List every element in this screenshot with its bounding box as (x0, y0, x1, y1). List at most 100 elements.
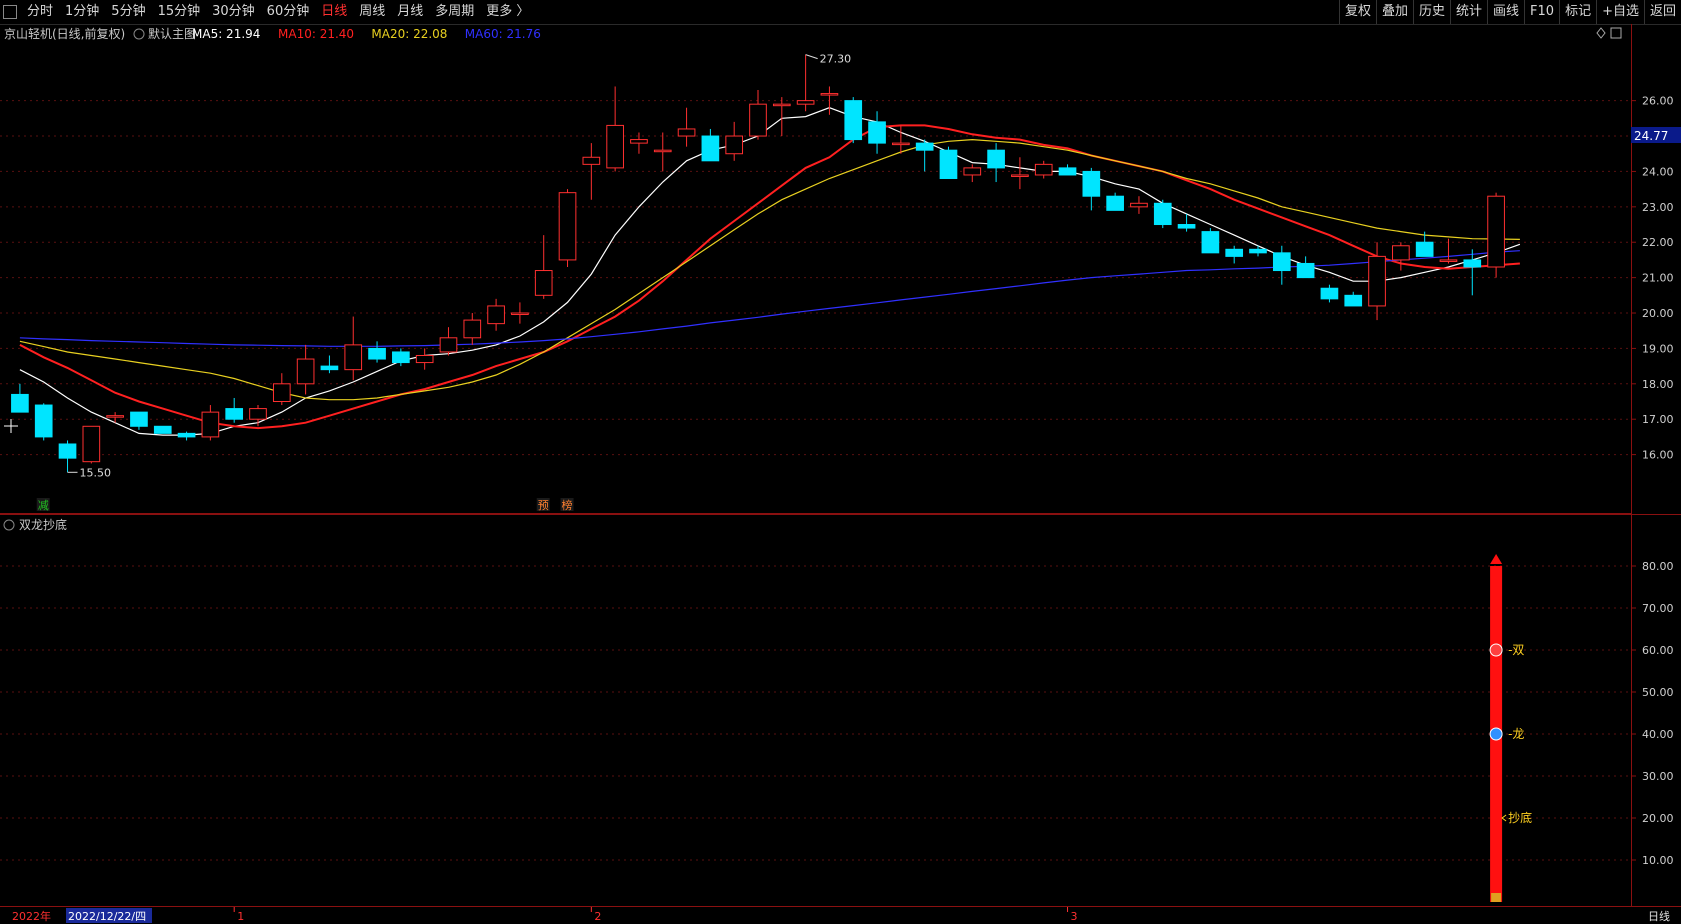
ma-legend: MA5: 21.94 MA10: 21.40 MA20: 22.08 MA60: 21… (192, 27, 541, 41)
candle-down[interactable] (1344, 291, 1363, 307)
candle-up[interactable] (796, 54, 815, 112)
candle-up[interactable] (534, 235, 553, 299)
candle-down[interactable] (987, 143, 1005, 183)
candle-body (820, 93, 839, 96)
window-menu-icon[interactable] (3, 5, 17, 19)
candle-up[interactable] (772, 97, 791, 137)
candle-body (915, 142, 934, 151)
candle-down[interactable] (1249, 245, 1267, 257)
candle-down[interactable] (939, 146, 958, 180)
toolbar-button[interactable]: 返回 (1643, 0, 1681, 24)
candle-up[interactable] (653, 132, 672, 172)
candle-up[interactable] (1392, 242, 1410, 271)
window-icon[interactable] (1610, 27, 1622, 39)
period-tab[interactable]: 60分钟 (261, 0, 316, 24)
candle-up[interactable] (1034, 160, 1053, 179)
candle-up[interactable] (582, 143, 601, 200)
candle-down[interactable] (320, 355, 339, 374)
period-tab[interactable]: 5分钟 (105, 0, 151, 24)
candle-down[interactable] (1296, 256, 1315, 279)
candle-body (201, 411, 220, 438)
candle-down[interactable] (1225, 245, 1244, 264)
date-axis[interactable]: 2022年 2022/12/22/四 1 2 3 日线 (0, 906, 1681, 924)
candle-up[interactable] (630, 132, 648, 154)
candle-body (11, 393, 29, 413)
toolbar-button[interactable]: 复权 (1338, 0, 1376, 24)
template-selector[interactable]: 默认主图 (133, 26, 196, 41)
toolbar-button[interactable]: F10 (1524, 0, 1559, 24)
candle-up[interactable] (677, 107, 696, 147)
candle-up[interactable] (1011, 157, 1029, 190)
diamond-icon[interactable] (1596, 27, 1606, 39)
candle-down[interactable] (177, 431, 196, 441)
candle-up[interactable] (272, 373, 291, 406)
toolbar-button[interactable]: 叠加 (1375, 0, 1413, 24)
candle-down[interactable] (1320, 284, 1339, 303)
candle-down[interactable] (130, 411, 148, 430)
period-tab[interactable]: 1分钟 (59, 0, 105, 24)
period-tab[interactable]: 更多 〉 (480, 0, 535, 24)
candle-up[interactable] (415, 348, 434, 370)
candle-down[interactable] (701, 128, 720, 162)
candle-down[interactable] (1058, 164, 1077, 176)
candle-down[interactable] (1201, 228, 1220, 254)
signal-ball-icon (1489, 643, 1503, 657)
candle-up[interactable] (439, 327, 458, 356)
candle-body (177, 432, 196, 438)
price-tick-label: 26.00 (1642, 95, 1674, 108)
candle-up[interactable] (344, 316, 363, 381)
candle-up[interactable] (1130, 196, 1148, 214)
candle-up[interactable] (487, 298, 505, 331)
candle-body (1082, 170, 1101, 197)
period-tab[interactable]: 30分钟 (206, 0, 261, 24)
candle-down[interactable] (1272, 245, 1291, 285)
candle-down[interactable] (1153, 199, 1172, 229)
candle-down[interactable] (225, 397, 244, 423)
period-tab[interactable]: 日线 (315, 0, 353, 24)
candle-down[interactable] (153, 425, 172, 434)
candle-up[interactable] (82, 425, 101, 464)
candle-body (868, 121, 886, 144)
candle-up[interactable] (749, 90, 767, 140)
event-marker[interactable]: 预 (538, 499, 549, 512)
candle-down[interactable] (368, 341, 386, 363)
candle-up[interactable] (725, 121, 744, 161)
candle-up[interactable] (606, 86, 624, 172)
period-tab[interactable]: 15分钟 (152, 0, 207, 24)
toolbar-button[interactable]: 标记 (1559, 0, 1596, 24)
chevron-down-icon (133, 28, 145, 40)
period-tab[interactable]: 周线 (353, 0, 391, 24)
period-tab[interactable]: 分时 (21, 0, 59, 24)
indicator-tick-label: 60.00 (1642, 644, 1674, 657)
candle-down[interactable] (868, 111, 886, 154)
toolbar-button[interactable]: 历史 (1412, 0, 1450, 24)
candle-up[interactable] (963, 164, 982, 183)
toolbar-button[interactable]: 统计 (1450, 0, 1487, 24)
candle-up[interactable] (201, 405, 220, 441)
event-marker[interactable]: 榜 (562, 498, 573, 512)
candle-down[interactable] (1082, 167, 1101, 211)
toolbar-button[interactable]: +自选 (1596, 0, 1644, 24)
toolbar-button[interactable]: 画线 (1487, 0, 1524, 24)
candle-up[interactable] (511, 302, 529, 324)
candle-down[interactable] (1106, 192, 1124, 211)
candle-down[interactable] (34, 403, 53, 441)
candle-up[interactable] (106, 412, 124, 423)
candle-up[interactable] (1439, 238, 1458, 264)
candle-up[interactable] (296, 344, 315, 395)
candle-down[interactable] (1463, 249, 1482, 296)
chevron-down-icon[interactable] (3, 519, 15, 531)
candle-up[interactable] (463, 313, 482, 345)
candle-down[interactable] (915, 139, 934, 172)
candle-up[interactable] (1487, 192, 1505, 278)
event-marker[interactable]: 减 (38, 499, 49, 512)
main-price-chart[interactable]: 16.00 17.00 18.00 19.00 20.00 21.00 22.00 23.00… (0, 24, 1681, 514)
period-tab[interactable]: 多周期 (429, 0, 480, 24)
candle-down[interactable] (11, 383, 29, 413)
candle-up[interactable] (558, 189, 577, 267)
period-tab[interactable]: 月线 (391, 0, 429, 24)
candle-body (1392, 245, 1410, 261)
candle-down[interactable] (844, 97, 863, 144)
indicator-chart[interactable]: 10.00 20.00 30.00 40.00 50.00 60.00 70.00 80.00… (0, 514, 1681, 906)
candle-down[interactable] (58, 440, 77, 473)
